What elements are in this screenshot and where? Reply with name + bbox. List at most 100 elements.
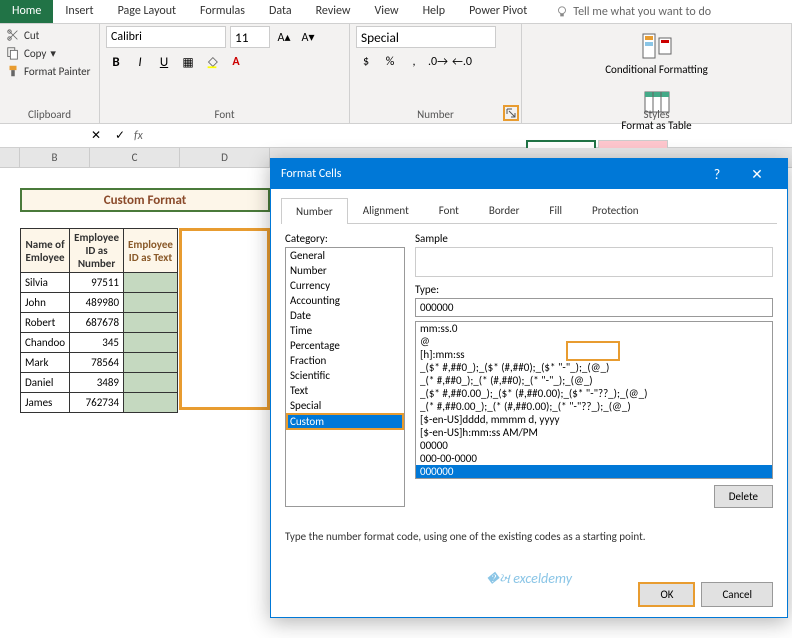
- delete-button[interactable]: Delete: [714, 485, 773, 508]
- category-item[interactable]: Time: [286, 323, 404, 338]
- tab-home[interactable]: Home: [0, 0, 53, 23]
- cell[interactable]: [124, 373, 178, 393]
- format-item[interactable]: [$-en-US]h:mm:ss AM/PM: [416, 426, 772, 439]
- tab-review[interactable]: Review: [304, 0, 363, 23]
- category-item[interactable]: Custom: [286, 413, 404, 430]
- cell[interactable]: John: [21, 293, 70, 313]
- percent-button[interactable]: %: [380, 52, 400, 72]
- cell[interactable]: [124, 353, 178, 373]
- dlg-tab-fill[interactable]: Fill: [534, 197, 577, 223]
- cell[interactable]: Daniel: [21, 373, 70, 393]
- font-color-button[interactable]: A: [226, 52, 246, 72]
- cell[interactable]: [124, 273, 178, 293]
- category-item[interactable]: Percentage: [286, 338, 404, 353]
- number-dialog-launcher[interactable]: [503, 105, 519, 121]
- cell[interactable]: Silvia: [21, 273, 70, 293]
- category-item[interactable]: Accounting: [286, 293, 404, 308]
- format-item[interactable]: _($* #,##0_);_($* (#,##0);_($* "-"_);_(@…: [416, 361, 772, 374]
- cell[interactable]: [124, 293, 178, 313]
- cut-button[interactable]: Cut: [6, 26, 93, 44]
- underline-button[interactable]: U: [154, 52, 174, 72]
- copy-button[interactable]: Copy ▾: [6, 44, 93, 62]
- enter-formula-button[interactable]: ✓: [110, 126, 130, 146]
- cell[interactable]: 3489: [70, 373, 124, 393]
- cell[interactable]: 762734: [70, 393, 124, 413]
- tab-data[interactable]: Data: [257, 0, 304, 23]
- cell[interactable]: [124, 393, 178, 413]
- category-item[interactable]: Number: [286, 263, 404, 278]
- format-list[interactable]: mm:ss.0@[h]:mm:ss_($* #,##0_);_($* (#,##…: [415, 321, 773, 479]
- currency-button[interactable]: $: [356, 52, 376, 72]
- header-id-number[interactable]: Employee ID as Number: [70, 229, 124, 273]
- col-header-d[interactable]: D: [180, 148, 270, 167]
- format-item[interactable]: 000000: [416, 465, 772, 478]
- category-item[interactable]: Special: [286, 398, 404, 413]
- format-painter-button[interactable]: Format Painter: [6, 62, 93, 80]
- tab-view[interactable]: View: [363, 0, 411, 23]
- conditional-formatting-button[interactable]: Conditional Formatting: [526, 28, 787, 78]
- col-header-b[interactable]: B: [20, 148, 90, 167]
- category-item[interactable]: Currency: [286, 278, 404, 293]
- help-button[interactable]: ?: [697, 166, 737, 183]
- format-item[interactable]: _(* #,##0_);_(* (#,##0);_(* "-"_);_(@_): [416, 374, 772, 387]
- bold-button[interactable]: B: [106, 52, 126, 72]
- category-list[interactable]: GeneralNumberCurrencyAccountingDateTimeP…: [285, 247, 405, 507]
- category-item[interactable]: Fraction: [286, 353, 404, 368]
- increase-decimal-button[interactable]: .0→: [428, 52, 448, 72]
- tab-formulas[interactable]: Formulas: [188, 0, 257, 23]
- tab-help[interactable]: Help: [411, 0, 458, 23]
- category-item[interactable]: General: [286, 248, 404, 263]
- font-size-select[interactable]: [230, 26, 270, 48]
- cancel-formula-button[interactable]: ✕: [86, 126, 106, 146]
- cell[interactable]: [124, 313, 178, 333]
- format-item[interactable]: @: [416, 335, 772, 348]
- cell[interactable]: 97511: [70, 273, 124, 293]
- format-item[interactable]: [$-en-US]dddd, mmmm d, yyyy: [416, 413, 772, 426]
- font-name-select[interactable]: [106, 26, 226, 48]
- format-item[interactable]: 000-00-0000: [416, 452, 772, 465]
- decrease-font-button[interactable]: A▾: [298, 27, 318, 47]
- italic-button[interactable]: I: [130, 52, 150, 72]
- format-item[interactable]: mm:ss.0: [416, 322, 772, 335]
- dlg-tab-font[interactable]: Font: [424, 197, 474, 223]
- tell-me-search[interactable]: Tell me what you want to do: [547, 0, 719, 23]
- header-id-text[interactable]: Employee ID as Text: [124, 229, 178, 273]
- cell[interactable]: Robert: [21, 313, 70, 333]
- dlg-tab-border[interactable]: Border: [474, 197, 535, 223]
- category-item[interactable]: Date: [286, 308, 404, 323]
- number-format-select[interactable]: [356, 26, 496, 48]
- cell[interactable]: Mark: [21, 353, 70, 373]
- col-header-c[interactable]: C: [90, 148, 180, 167]
- cell[interactable]: James: [21, 393, 70, 413]
- category-item[interactable]: Scientific: [286, 368, 404, 383]
- tab-insert[interactable]: Insert: [53, 0, 105, 23]
- dlg-tab-number[interactable]: Number: [281, 198, 348, 224]
- cell[interactable]: Chandoo: [21, 333, 70, 353]
- cell[interactable]: 78564: [70, 353, 124, 373]
- decrease-decimal-button[interactable]: ←.0: [452, 52, 472, 72]
- dlg-tab-alignment[interactable]: Alignment: [348, 197, 424, 223]
- fx-button[interactable]: fx: [134, 129, 143, 143]
- header-name[interactable]: Name of Emloyee: [21, 229, 70, 273]
- category-item[interactable]: Text: [286, 383, 404, 398]
- close-button[interactable]: ✕: [737, 166, 777, 183]
- format-item[interactable]: _($* #,##0.00_);_($* (#,##0.00);_($* "-"…: [416, 387, 772, 400]
- format-item[interactable]: [h]:mm:ss: [416, 348, 772, 361]
- format-item[interactable]: _(* #,##0.00_);_(* (#,##0.00);_(* "-"??_…: [416, 400, 772, 413]
- ok-button[interactable]: OK: [638, 582, 695, 607]
- select-all[interactable]: [0, 148, 20, 167]
- type-input[interactable]: [415, 298, 773, 317]
- cancel-button[interactable]: Cancel: [701, 582, 773, 607]
- cell[interactable]: 345: [70, 333, 124, 353]
- format-item[interactable]: 00000: [416, 439, 772, 452]
- dlg-tab-protection[interactable]: Protection: [577, 197, 654, 223]
- border-button[interactable]: ▦: [178, 52, 198, 72]
- cell[interactable]: [124, 333, 178, 353]
- cell[interactable]: 687678: [70, 313, 124, 333]
- increase-font-button[interactable]: A▴: [274, 27, 294, 47]
- tab-page-layout[interactable]: Page Layout: [106, 0, 188, 23]
- fill-color-button[interactable]: [202, 52, 222, 72]
- title-cell[interactable]: Custom Format: [20, 188, 270, 212]
- tab-power-pivot[interactable]: Power Pivot: [457, 0, 539, 23]
- dialog-titlebar[interactable]: Format Cells ? ✕: [271, 159, 787, 189]
